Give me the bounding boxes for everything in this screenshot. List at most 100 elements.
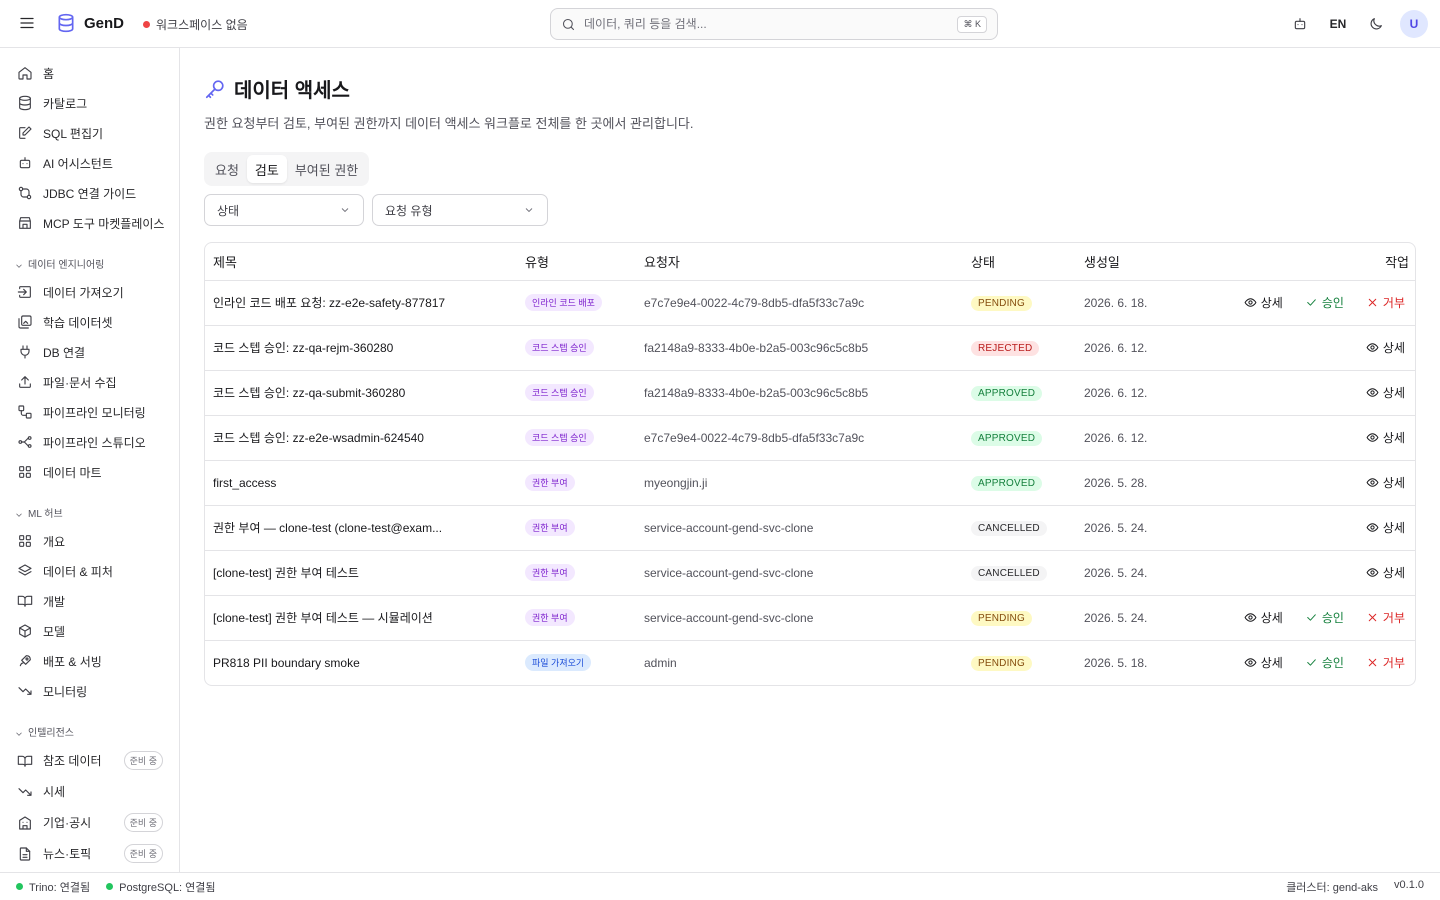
view-detail-button[interactable]: 상세 <box>1366 564 1405 581</box>
request-type-filter[interactable]: 요청 유형 <box>372 194 548 226</box>
sidebar-section-data-engineering[interactable]: 데이터 엔지니어링 <box>0 247 179 277</box>
sidebar-item-sql-editor[interactable]: SQL 편집기 <box>0 118 179 148</box>
status-filter-label: 상태 <box>217 203 240 218</box>
app-logo[interactable]: GenD <box>56 13 124 33</box>
global-search[interactable]: ⌘ K <box>550 8 998 40</box>
sidebar-item-label: 기업·공시 <box>43 816 92 830</box>
type-badge: 권한 부여 <box>525 519 575 536</box>
sidebar-item-training-dataset[interactable]: 학습 데이터셋 <box>0 307 179 337</box>
type-badge: 코드 스텝 승인 <box>525 384 594 401</box>
sidebar-item-data-features[interactable]: 데이터 & 피처 <box>0 556 179 586</box>
created-date: 2026. 5. 28. <box>1076 460 1216 506</box>
approve-button[interactable]: 승인 <box>1305 654 1344 671</box>
sidebar-item-file-ingest[interactable]: 파일·문서 수집 <box>0 367 179 397</box>
tab-granted[interactable]: 부여된 권한 <box>287 155 366 183</box>
requester: service-account-gend-svc-clone <box>636 505 963 551</box>
request-type-filter-label: 요청 유형 <box>385 203 433 218</box>
tab-review[interactable]: 검토 <box>246 155 287 183</box>
status-filter[interactable]: 상태 <box>204 194 364 226</box>
sidebar-item-ai-assistant[interactable]: AI 어시스턴트 <box>0 148 179 178</box>
chevron-down-icon <box>16 732 22 736</box>
sidebar-item-data-mart[interactable]: 데이터 마트 <box>0 457 179 487</box>
view-detail-button[interactable]: 상세 <box>1366 429 1405 446</box>
bot-icon[interactable] <box>1286 10 1314 38</box>
sidebar-section-ml-hub[interactable]: ML 허브 <box>0 496 179 526</box>
sidebar-item-jdbc-guide[interactable]: JDBC 연결 가이드 <box>0 178 179 208</box>
status-badge: PENDING <box>971 655 1032 671</box>
avatar[interactable]: U <box>1400 10 1428 38</box>
actions-cell: 상세 <box>1216 505 1415 551</box>
table-row[interactable]: 권한 부여 — clone-test (clone-test@exam... 권한… <box>205 505 1415 551</box>
sidebar-item-news-topics[interactable]: 뉴스·토픽 준비 중 <box>0 838 179 869</box>
search-input[interactable] <box>584 17 950 31</box>
review-table: 제목 유형 요청자 상태 생성일 작업 인라인 코드 배포 요청: zz-e2e… <box>204 242 1416 686</box>
sidebar-item-catalog[interactable]: 카탈로그 <box>0 88 179 118</box>
approve-button[interactable]: 승인 <box>1305 609 1344 626</box>
file-icon <box>17 846 33 862</box>
status-cell: REJECTED <box>963 325 1076 371</box>
grid-icon <box>17 533 33 549</box>
building-icon <box>17 815 33 831</box>
sidebar-item-label: SQL 편집기 <box>43 126 104 141</box>
sidebar-item-monitoring[interactable]: 모니터링 <box>0 676 179 706</box>
sidebar-item-mcp-marketplace[interactable]: MCP 도구 마켓플레이스 <box>0 208 179 238</box>
table-row[interactable]: [clone-test] 권한 부여 테스트 — 시뮬레이션 권한 부여 servi… <box>205 595 1415 641</box>
sidebar-item-label: 모니터링 <box>43 684 88 699</box>
view-detail-button[interactable]: 상세 <box>1366 339 1405 356</box>
table-row[interactable]: PR818 PII boundary smoke 파일 가져오기 admin PEND… <box>205 640 1415 685</box>
sidebar-item-data-import[interactable]: 데이터 가져오기 <box>0 277 179 307</box>
approve-button[interactable]: 승인 <box>1305 294 1344 311</box>
table-row[interactable]: 코드 스텝 승인: zz-qa-rejm-360280 코드 스텝 승인 fa214… <box>205 325 1415 371</box>
moon-icon[interactable] <box>1362 10 1390 38</box>
eye-icon <box>1366 523 1379 532</box>
actions-cell: 상세 <box>1216 325 1415 371</box>
table-row[interactable]: 인라인 코드 배포 요청: zz-e2e-safety-877817 인라인 코드… <box>205 280 1415 326</box>
sidebar-item-models[interactable]: 모델 <box>0 616 179 646</box>
table-row[interactable]: 코드 스텝 승인: zz-qa-submit-360280 코드 스텝 승인 fa2… <box>205 370 1415 416</box>
table-row[interactable]: [clone-test] 권한 부여 테스트 권한 부여 service-accou… <box>205 550 1415 596</box>
sidebar-item-corporate-disclosure[interactable]: 기업·공시 준비 중 <box>0 807 179 838</box>
view-detail-button[interactable]: 상세 <box>1244 609 1283 626</box>
view-detail-button[interactable]: 상세 <box>1244 654 1283 671</box>
view-detail-button[interactable]: 상세 <box>1244 294 1283 311</box>
sidebar-item-pipeline-studio[interactable]: 파이프라인 스튜디오 <box>0 427 179 457</box>
sidebar-item-quotes[interactable]: 시세 <box>0 776 179 807</box>
reject-button[interactable]: 거부 <box>1366 609 1405 626</box>
language-toggle[interactable]: EN <box>1324 10 1352 38</box>
status-badge: CANCELLED <box>971 565 1047 581</box>
view-detail-button[interactable]: 상세 <box>1366 384 1405 401</box>
reject-button[interactable]: 거부 <box>1366 654 1405 671</box>
sidebar-item-overview[interactable]: 개요 <box>0 526 179 556</box>
column-header-status: 상태 <box>963 243 1076 281</box>
chevron-down-icon <box>525 208 533 213</box>
sidebar-item-deploy-serving[interactable]: 배포 & 서빙 <box>0 646 179 676</box>
requester: e7c7e9e4-0022-4c79-8db5-dfa5f33c7a9c <box>636 415 963 461</box>
column-header-created: 생성일 <box>1076 243 1216 281</box>
type-badge: 파일 가져오기 <box>525 654 592 672</box>
eye-icon <box>1244 658 1257 668</box>
sidebar-item-label: 파이프라인 모니터링 <box>43 405 146 420</box>
type-cell: 코드 스텝 승인 <box>517 415 636 461</box>
type-badge: 권한 부여 <box>525 564 575 581</box>
sidebar-item-label: 뉴스·토픽 <box>43 847 92 861</box>
sidebar-item-home[interactable]: 홈 <box>0 58 179 88</box>
sidebar-item-db-connection[interactable]: DB 연결 <box>0 337 179 367</box>
view-detail-button[interactable]: 상세 <box>1366 519 1405 536</box>
menu-icon[interactable] <box>18 14 38 34</box>
table-row[interactable]: first_access 권한 부여 myeongjin.ji APPROVED 202… <box>205 460 1415 506</box>
reject-button[interactable]: 거부 <box>1366 294 1405 311</box>
version-label: v0.1.0 <box>1394 878 1424 891</box>
workspace-selector[interactable]: 워크스페이스 없음 <box>143 16 248 33</box>
chevron-down-icon <box>16 513 22 517</box>
view-detail-button[interactable]: 상세 <box>1366 474 1405 491</box>
check-icon <box>1307 299 1316 306</box>
sidebar-item-pipeline-monitoring[interactable]: 파이프라인 모니터링 <box>0 397 179 427</box>
sidebar-item-reference-data[interactable]: 참조 데이터 준비 중 <box>0 745 179 776</box>
sidebar-section-intelligence[interactable]: 인텔리전스 <box>0 715 179 745</box>
sidebar-item-development[interactable]: 개발 <box>0 586 179 616</box>
tab-requests[interactable]: 요청 <box>207 155 247 183</box>
table-row[interactable]: 코드 스텝 승인: zz-e2e-wsadmin-624540 코드 스텝 승인 e… <box>205 415 1415 461</box>
connected-dot <box>106 883 114 890</box>
sidebar-item-label: 데이터 마트 <box>43 465 102 480</box>
created-date: 2026. 5. 24. <box>1076 550 1216 596</box>
